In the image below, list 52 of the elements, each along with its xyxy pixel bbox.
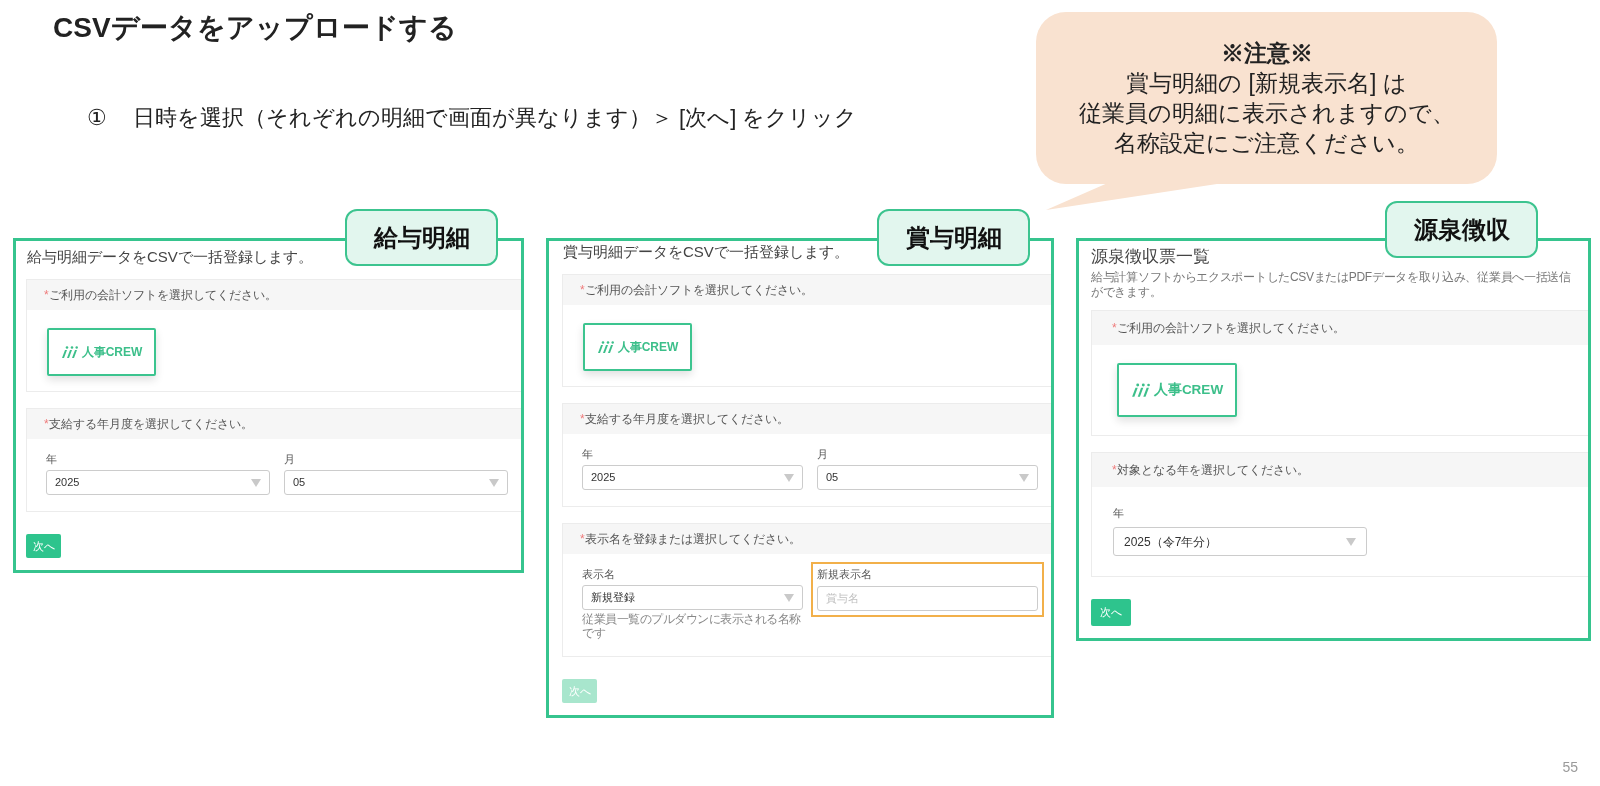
category-label: 給与明細: [345, 209, 498, 266]
category-label: 源泉徴収: [1385, 201, 1538, 258]
form-heading: 給与明細データをCSVで一括登録します。: [26, 247, 313, 267]
section-label: 対象となる年を選択してください。: [1116, 462, 1309, 479]
required-asterisk: *: [580, 282, 585, 299]
field-label: 月: [284, 453, 296, 466]
section-label: ご利用の会計ソフトを選択してください。: [48, 287, 277, 304]
instruction-text: 日時を選択（それぞれの明細で画面が異なります）＞ [次へ] をクリック: [133, 104, 858, 132]
required-asterisk: *: [580, 531, 585, 548]
dropdown-caret-icon: [1019, 473, 1029, 482]
field-label: 年: [1113, 507, 1125, 520]
required-asterisk: *: [44, 416, 49, 433]
field-label: 年: [46, 453, 58, 466]
page-number: 55: [1562, 758, 1578, 777]
select-field[interactable]: 05: [817, 465, 1038, 490]
required-asterisk: *: [44, 287, 49, 304]
logo-mark-icon: [1130, 383, 1150, 397]
section-label: ご利用の会計ソフトを選択してください。: [584, 282, 813, 299]
required-asterisk: *: [1112, 320, 1117, 337]
note-line: 従業員の明細に表示されますので、: [1078, 99, 1455, 128]
required-asterisk: *: [1112, 462, 1117, 479]
note-line: 賞与明細の [新規表示名] は: [1126, 69, 1407, 98]
section-label: 表示名を登録または選択してください。: [584, 531, 801, 548]
select-field[interactable]: 2025: [582, 465, 803, 490]
section-label: ご利用の会計ソフトを選択してください。: [1116, 320, 1345, 337]
required-asterisk: *: [580, 411, 585, 428]
field-label: 月: [817, 448, 829, 461]
dropdown-caret-icon: [251, 478, 261, 487]
form-heading: 源泉徴収票一覧: [1091, 246, 1210, 268]
category-label: 賞与明細: [877, 209, 1030, 266]
select-field[interactable]: 2025: [46, 470, 270, 495]
section-label: 支給する年月度を選択してください。: [48, 416, 253, 433]
field-label: 表示名: [582, 568, 616, 581]
dropdown-caret-icon: [784, 473, 794, 482]
dropdown-caret-icon: [784, 593, 794, 602]
field-label: 年: [582, 448, 594, 461]
dropdown-caret-icon: [489, 478, 499, 487]
form-description: 給与計算ソフトからエクスポートしたCSVまたはPDFデータを取り込み、従業員へ一括送信ができます。: [1091, 270, 1572, 300]
note-heading: ※注意※: [1220, 39, 1313, 68]
select-field[interactable]: 新規登録: [582, 585, 803, 610]
select-field[interactable]: 05: [284, 470, 508, 495]
dropdown-caret-icon: [1346, 537, 1356, 546]
select-field[interactable]: 2025（令7年分）: [1113, 527, 1367, 556]
logo-mark-icon: [60, 346, 78, 358]
section-label: 支給する年月度を選択してください。: [584, 411, 789, 428]
form-heading: 賞与明細データをCSVで一括登録します。: [562, 242, 849, 262]
field-label: 新規表示名: [817, 568, 873, 581]
help-text: 従業員一覧のプルダウンに表示される名称です: [582, 612, 802, 640]
step-number: ①: [87, 104, 107, 132]
note-line: 名称設定にご注意ください。: [1114, 129, 1419, 158]
page-title: CSVデータをアップロードする: [53, 11, 457, 45]
logo-mark-icon: [596, 341, 614, 353]
